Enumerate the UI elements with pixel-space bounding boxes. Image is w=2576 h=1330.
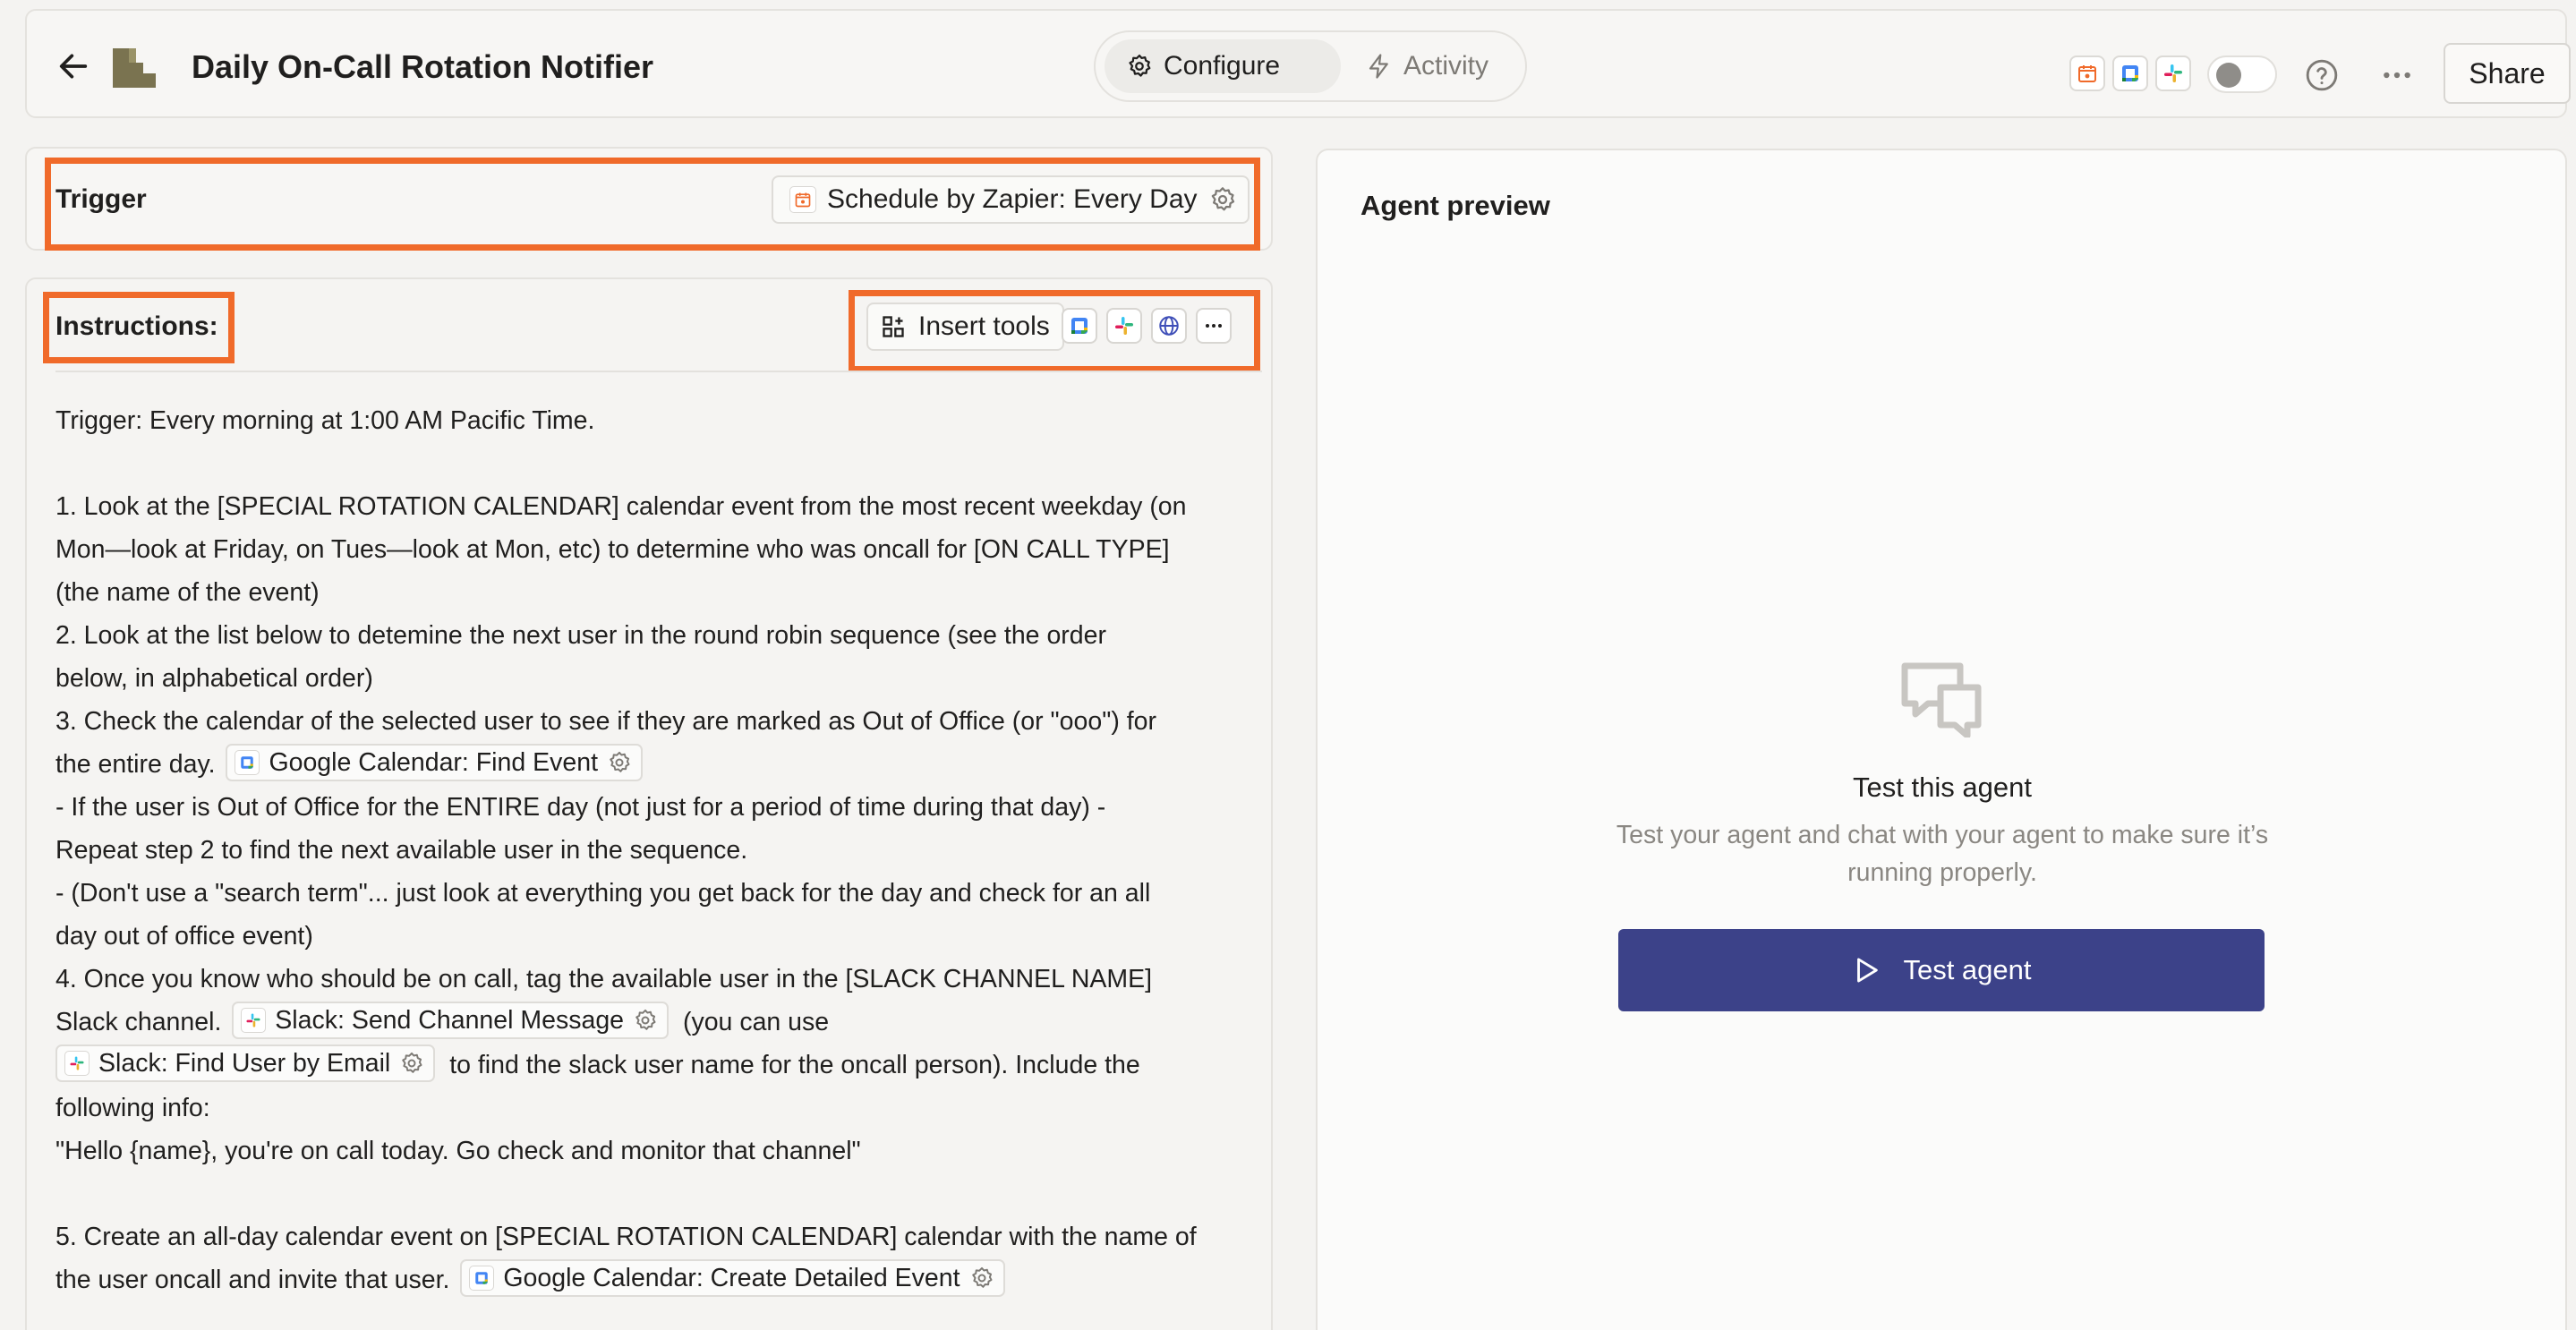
instruction-line: day out of office event) — [55, 922, 313, 951]
gear-icon — [1129, 55, 1151, 77]
google-calendar-icon — [235, 750, 260, 776]
trigger-chip-label: Schedule by Zapier: Every Day — [827, 184, 1198, 214]
instruction-text: the user oncall and invite that user. — [55, 1266, 450, 1294]
gear-icon[interactable] — [607, 750, 632, 775]
tool-chip-find-user[interactable]: Slack: Find User by Email — [55, 1044, 436, 1083]
trigger-label: Trigger — [55, 184, 147, 214]
schedule-icon — [789, 186, 816, 213]
instruction-line: "Hello {name}, you're on call today. Go … — [55, 1137, 861, 1165]
trigger-chip[interactable]: Schedule by Zapier: Every Day — [772, 175, 1250, 224]
google-calendar-icon[interactable] — [1062, 308, 1097, 344]
instruction-line: Mon—look at Friday, on Tues—look at Mon,… — [55, 535, 1170, 564]
back-button[interactable] — [50, 43, 97, 90]
question-circle-icon — [2306, 59, 2338, 91]
instruction-text: (you can use — [682, 1008, 830, 1036]
slack-icon — [64, 1051, 90, 1077]
test-agent-label: Test agent — [1903, 954, 2032, 985]
tab-activity-label: Activity — [1403, 51, 1489, 81]
widgets-icon — [883, 316, 904, 337]
insert-tools-label: Insert tools — [918, 311, 1050, 341]
more-options-button[interactable] — [2372, 50, 2422, 100]
empty-state-description: Test your agent and chat with your agent… — [1616, 821, 2269, 887]
more-icon[interactable] — [1196, 308, 1232, 344]
gear-icon[interactable] — [399, 1051, 424, 1076]
schedule-icon — [2069, 55, 2105, 91]
test-agent-button[interactable]: Test agent — [1618, 929, 2265, 1011]
tab-configure[interactable]: Configure — [1105, 39, 1341, 93]
instruction-line: 4. Once you know who should be on call, … — [55, 965, 1153, 993]
instruction-line: the user oncall and invite that user. Go… — [55, 1258, 1255, 1301]
tool-chip-find-event[interactable]: Google Calendar: Find Event — [226, 744, 643, 782]
instructions-label: Instructions: — [55, 311, 218, 341]
instruction-text: Slack channel. — [55, 1008, 222, 1036]
instruction-line: below, in alphabetical order) — [55, 664, 373, 693]
agent-enable-toggle[interactable] — [2207, 55, 2277, 93]
gear-icon[interactable] — [633, 1008, 658, 1033]
instruction-line: 1. Look at the [SPECIAL ROTATION CALENDA… — [55, 492, 1187, 521]
slack-icon[interactable] — [1106, 308, 1142, 344]
instruction-line: (the name of the event) — [55, 578, 320, 607]
gear-icon[interactable] — [1208, 185, 1237, 214]
instruction-line: the entire day. Google Calendar: Find Ev… — [55, 743, 1255, 786]
google-calendar-icon — [469, 1266, 495, 1292]
instruction-line: Slack: Find User by Email to find the sl… — [55, 1044, 1255, 1087]
instructions-editor[interactable]: Trigger: Every morning at 1:00 AM Pacifi… — [55, 399, 1255, 1301]
slack-icon — [241, 1008, 267, 1034]
toggle-knob — [2216, 63, 2241, 88]
instruction-line: Repeat step 2 to find the next available… — [55, 836, 748, 865]
google-calendar-icon — [2112, 55, 2148, 91]
share-button[interactable]: Share — [2444, 43, 2571, 104]
help-button[interactable] — [2297, 50, 2347, 100]
play-icon — [1857, 958, 1879, 983]
arrow-left-icon — [59, 54, 88, 79]
tool-chip-label: Google Calendar: Find Event — [269, 748, 598, 778]
tool-chip-send-message[interactable]: Slack: Send Channel Message — [232, 1002, 670, 1040]
instruction-line: 2. Look at the list below to detemine th… — [55, 621, 1106, 650]
tool-chip-label: Slack: Find User by Email — [98, 1049, 391, 1078]
instruction-line: Trigger: Every morning at 1:00 AM Pacifi… — [55, 406, 595, 435]
empty-state-title: Test this agent — [1853, 772, 2032, 803]
agent-logo-icon — [113, 48, 156, 88]
page-title: Daily On-Call Rotation Notifier — [192, 48, 654, 85]
ellipsis-icon — [2384, 72, 2410, 79]
instruction-line: Slack channel. Slack: Send Channel Messa… — [55, 1001, 1255, 1044]
tab-configure-label: Configure — [1164, 51, 1281, 81]
instruction-text: to find the slack user name for the onca… — [449, 1051, 1140, 1079]
lightning-icon — [1369, 54, 1388, 79]
instruction-line: 5. Create an all-day calendar event on [… — [55, 1223, 1197, 1251]
instructions-divider — [55, 371, 1262, 372]
tool-chip-label: Google Calendar: Create Detailed Event — [503, 1264, 960, 1293]
instruction-line: 3. Check the calendar of the selected us… — [55, 707, 1156, 736]
tool-chip-label: Slack: Send Channel Message — [275, 1006, 625, 1036]
globe-icon[interactable] — [1151, 308, 1187, 344]
insert-tools-button[interactable]: Insert tools — [866, 303, 1064, 351]
instruction-text: the entire day. — [55, 750, 216, 779]
view-tabs: Configure Activity — [1094, 30, 1527, 102]
slack-icon — [2155, 55, 2191, 91]
preview-title: Agent preview — [1361, 190, 1550, 221]
chat-bubbles-icon — [1901, 662, 1982, 737]
instruction-line: - If the user is Out of Office for the E… — [55, 793, 1106, 822]
connected-apps — [2069, 55, 2191, 91]
instruction-line: following info: — [55, 1094, 210, 1122]
top-header: Daily On-Call Rotation Notifier Configur… — [25, 9, 2571, 118]
tool-icons — [1062, 308, 1232, 344]
gear-icon[interactable] — [969, 1266, 994, 1291]
instruction-line: - (Don't use a "search term"... just loo… — [55, 879, 1151, 908]
app-window: Daily On-Call Rotation Notifier Configur… — [0, 0, 2576, 1330]
tab-activity[interactable]: Activity — [1361, 39, 1522, 93]
tool-chip-create-event[interactable]: Google Calendar: Create Detailed Event — [460, 1259, 1005, 1298]
agent-preview-panel — [1316, 149, 2567, 1330]
